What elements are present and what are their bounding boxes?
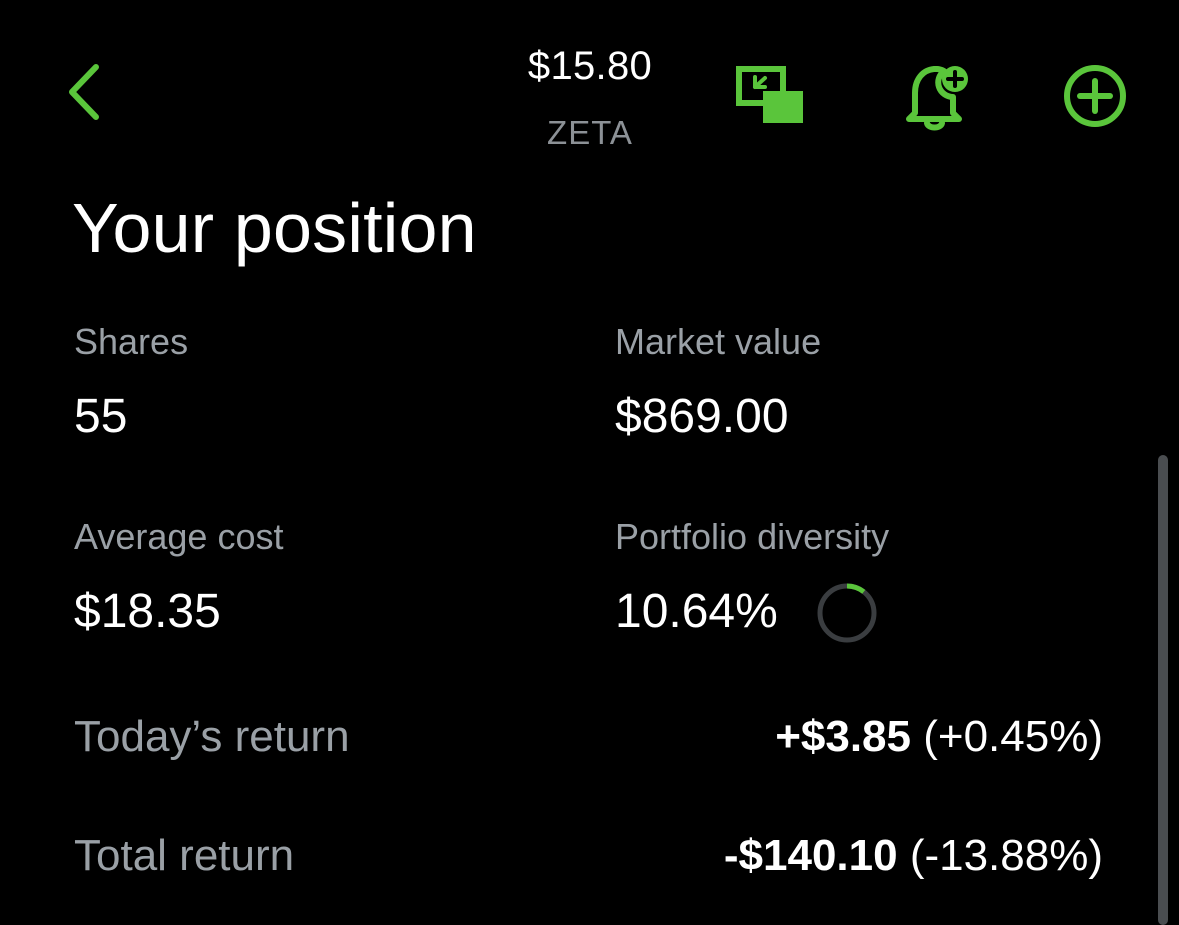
picture-in-picture-icon bbox=[735, 65, 807, 132]
todays-return-amount: +$3.85 bbox=[775, 712, 911, 761]
total-return-amount: -$140.10 bbox=[723, 831, 898, 880]
market-value-amount: $869.00 bbox=[615, 390, 789, 443]
plus-circle-icon bbox=[1062, 63, 1128, 134]
header-ticker: ZETA bbox=[547, 114, 633, 151]
picture-in-picture-button[interactable] bbox=[730, 58, 812, 138]
portfolio-diversity-value: 10.64% bbox=[615, 585, 778, 638]
todays-return-value: +$3.85 (+0.45%) bbox=[775, 712, 1103, 762]
add-to-list-button[interactable] bbox=[1054, 58, 1136, 138]
todays-return-label: Today’s return bbox=[74, 712, 350, 761]
chevron-left-icon bbox=[64, 61, 104, 128]
shares-label: Shares bbox=[74, 321, 189, 362]
section-title: Your position bbox=[72, 189, 477, 267]
scrollbar[interactable] bbox=[1158, 455, 1168, 925]
total-return-label: Total return bbox=[74, 831, 295, 880]
header-price: $15.80 bbox=[527, 44, 653, 88]
back-button[interactable] bbox=[58, 60, 110, 128]
average-cost-value: $18.35 bbox=[74, 585, 221, 638]
average-cost-label: Average cost bbox=[74, 516, 284, 557]
shares-value: 55 bbox=[74, 390, 128, 443]
bell-plus-icon bbox=[901, 57, 971, 138]
todays-return-percent: (+0.45%) bbox=[923, 712, 1103, 761]
total-return-value: -$140.10 (-13.88%) bbox=[724, 831, 1103, 881]
price-alert-button[interactable] bbox=[896, 54, 976, 140]
portfolio-diversity-label: Portfolio diversity bbox=[615, 516, 890, 557]
portfolio-diversity-ring[interactable] bbox=[816, 582, 878, 644]
total-return-percent: (-13.88%) bbox=[909, 831, 1103, 880]
market-value-label: Market value bbox=[615, 321, 822, 362]
diversity-ring-track bbox=[817, 583, 877, 643]
